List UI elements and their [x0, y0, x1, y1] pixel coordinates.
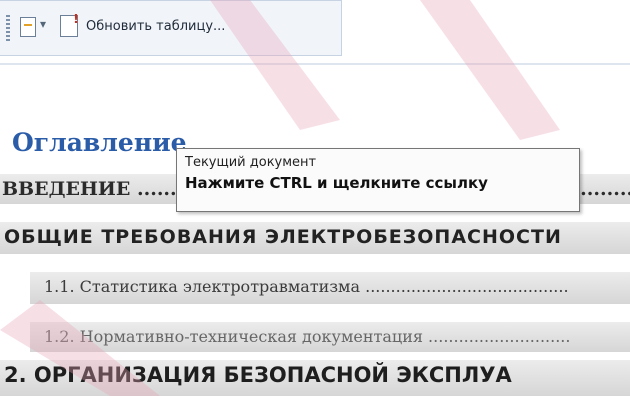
watermark-stroke	[420, 0, 560, 140]
update-table-icon[interactable]	[60, 12, 81, 37]
toc-entry-statistics[interactable]: 1.1. Статистика электротравматизма .....…	[30, 272, 630, 304]
update-table-button[interactable]: Обновить таблицу...	[86, 19, 225, 34]
toc-entry-label: 1.2. Нормативно-техническая документация…	[44, 327, 571, 346]
tooltip-line-1: Текущий документ	[185, 155, 317, 170]
toc-entry-general-requirements[interactable]: ОБЩИЕ ТРЕБОВАНИЯ ЭЛЕКТРОБЕЗОПАСНОСТИ	[0, 222, 630, 254]
toc-entry-label: 1.1. Статистика электротравматизма .....…	[44, 277, 569, 296]
toc-entry-regulatory-docs[interactable]: 1.2. Нормативно-техническая документация…	[30, 322, 630, 352]
chevron-down-icon[interactable]: ▾	[40, 17, 46, 31]
toc-entry-safe-operation[interactable]: 2. ОРГАНИЗАЦИЯ БЕЗОПАСНОЙ ЭКСПЛУА	[0, 360, 630, 396]
divider	[0, 63, 630, 65]
document-icon[interactable]	[20, 17, 36, 37]
toolbar-grip-icon[interactable]	[6, 15, 10, 41]
toc-title: Оглавление	[12, 128, 187, 157]
toc-entry-label: 2. ОРГАНИЗАЦИЯ БЕЗОПАСНОЙ ЭКСПЛУА	[4, 363, 512, 387]
toc-entry-label: ОБЩИЕ ТРЕБОВАНИЯ ЭЛЕКТРОБЕЗОПАСНОСТИ	[4, 226, 562, 248]
quick-toolbar: ▾ Обновить таблицу...	[0, 0, 342, 56]
hyperlink-tooltip: Текущий документ Нажмите CTRL и щелкните…	[176, 148, 580, 212]
tooltip-line-2: Нажмите CTRL и щелкните ссылку	[185, 174, 488, 192]
